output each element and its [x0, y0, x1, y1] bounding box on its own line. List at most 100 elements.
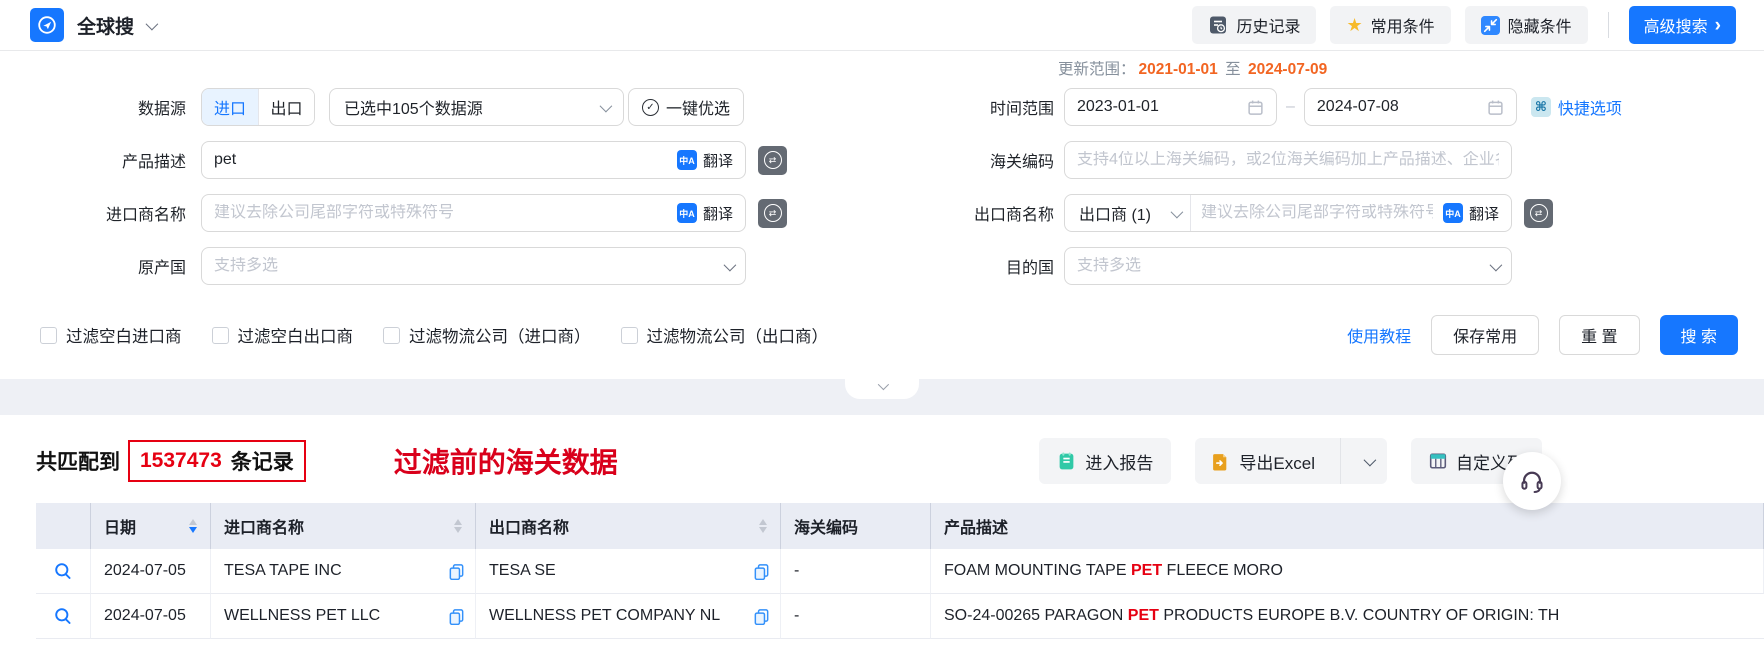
- topbar-actions: 历史记录 ★ 常用条件 隐藏条件 高级搜索 ›: [1192, 6, 1736, 44]
- sort-icons[interactable]: [189, 518, 197, 534]
- excel-icon: [1213, 453, 1227, 470]
- filter-label: 过滤空白出口商: [237, 328, 354, 346]
- end-date-field[interactable]: [1303, 88, 1517, 126]
- product-desc-input[interactable]: [214, 151, 677, 169]
- translate-icon: 中A: [1442, 203, 1463, 223]
- search-button[interactable]: 搜 索: [1659, 315, 1738, 355]
- translate-label: 翻译: [1468, 205, 1499, 223]
- collapse-icon: [1480, 15, 1500, 35]
- circle-check-icon: ✓: [642, 98, 659, 116]
- import-tab[interactable]: 进口: [202, 89, 258, 125]
- product-desc-field[interactable]: 中A 翻译: [201, 141, 746, 179]
- importer-input[interactable]: [214, 204, 677, 222]
- importer-field[interactable]: 中A 翻译: [201, 194, 746, 232]
- history-button[interactable]: 历史记录: [1192, 6, 1317, 44]
- copy-icon[interactable]: [753, 608, 770, 625]
- sort-icons[interactable]: [454, 518, 462, 534]
- history-icon: [1210, 16, 1227, 34]
- start-date-input[interactable]: [1077, 98, 1239, 116]
- exporter-type-value: 出口商 (1): [1079, 207, 1152, 224]
- one-key-optimize-button[interactable]: ✓ 一键优选: [628, 88, 745, 126]
- end-date-input[interactable]: [1316, 98, 1479, 116]
- row-detail-button[interactable]: [36, 594, 91, 639]
- origin-country-select[interactable]: [201, 247, 746, 285]
- swap-button[interactable]: ⇄: [1524, 198, 1553, 228]
- dest-country-select[interactable]: [1064, 247, 1512, 285]
- update-range-label: 更新范围：: [1058, 61, 1136, 78]
- cell-exporter[interactable]: TESA SE: [476, 549, 781, 594]
- checkbox[interactable]: [383, 326, 400, 344]
- header-importer[interactable]: 进口商名称: [211, 503, 476, 549]
- row-detail-button[interactable]: [36, 549, 91, 594]
- origin-country-input[interactable]: [214, 257, 724, 275]
- checkbox[interactable]: [40, 326, 57, 344]
- header-hs-code: 海关编码: [781, 503, 931, 549]
- update-range-to: 至: [1225, 61, 1241, 78]
- exporter-input[interactable]: [1191, 204, 1443, 222]
- advanced-search-button[interactable]: 高级搜索 ›: [1628, 6, 1736, 44]
- history-label: 历史记录: [1236, 19, 1301, 36]
- tutorial-link[interactable]: 使用教程: [1347, 323, 1411, 347]
- checkbox[interactable]: [620, 326, 638, 344]
- translate-button[interactable]: 中A 翻译: [676, 203, 733, 224]
- favorites-button[interactable]: ★ 常用条件: [1330, 6, 1451, 44]
- hide-conditions-label: 隐藏条件: [1507, 19, 1572, 36]
- hide-conditions-button[interactable]: 隐藏条件: [1464, 6, 1588, 44]
- copy-icon[interactable]: [448, 608, 465, 625]
- hs-code-input[interactable]: [1077, 151, 1499, 169]
- save-common-button[interactable]: 保存常用: [1431, 315, 1540, 355]
- chevron-down-icon[interactable]: [145, 17, 159, 30]
- hs-code-field[interactable]: [1064, 141, 1512, 179]
- translate-button[interactable]: 中A 翻译: [1442, 203, 1499, 224]
- swap-button[interactable]: ⇄: [758, 198, 787, 228]
- filter-logistics-exporter[interactable]: 过滤物流公司（出口商）: [620, 323, 828, 347]
- sort-icons[interactable]: [759, 518, 767, 534]
- quick-options-link[interactable]: ⌘ 快捷选项: [1530, 95, 1622, 119]
- cell-date: 2024-07-05: [91, 594, 211, 639]
- reset-button[interactable]: 重 置: [1559, 315, 1640, 355]
- filter-blank-exporter[interactable]: 过滤空白出口商: [211, 323, 354, 347]
- header-exporter[interactable]: 出口商名称: [476, 503, 781, 549]
- chevron-down-icon: [723, 258, 737, 271]
- calendar-icon: [1248, 100, 1263, 115]
- filter-blank-importer[interactable]: 过滤空白进口商: [40, 323, 182, 347]
- dest-country-input[interactable]: [1077, 257, 1490, 275]
- filter-logistics-importer[interactable]: 过滤物流公司（进口商）: [383, 323, 591, 347]
- favorites-label: 常用条件: [1370, 19, 1435, 36]
- filter-label: 过滤空白进口商: [66, 328, 182, 346]
- copy-icon[interactable]: [448, 563, 465, 580]
- results-actions: 进入报告 导出Excel 自定义列: [1039, 438, 1542, 484]
- match-suffix: 条记录: [230, 451, 294, 474]
- chevron-down-icon: [1170, 205, 1184, 218]
- cell-importer[interactable]: TESA TAPE INC: [211, 549, 476, 594]
- swap-button[interactable]: ⇄: [758, 145, 787, 175]
- swap-icon: ⇄: [763, 204, 782, 222]
- export-excel-split-button: 导出Excel: [1195, 438, 1387, 484]
- cell-exporter[interactable]: WELLNESS PET COMPANY NL: [476, 594, 781, 639]
- exporter-type-select[interactable]: 出口商 (1): [1065, 195, 1191, 231]
- chevron-down-icon: [1363, 453, 1377, 466]
- translate-label: 翻译: [702, 205, 733, 223]
- swap-icon: ⇄: [1529, 204, 1548, 222]
- data-source-select[interactable]: 已选中105个数据源: [329, 88, 624, 126]
- columns-icon: [1429, 453, 1447, 469]
- export-excel-button[interactable]: 导出Excel: [1195, 438, 1331, 484]
- divider: [1607, 12, 1609, 38]
- start-date-field[interactable]: [1064, 88, 1277, 126]
- update-range-start: 2021-01-01: [1138, 61, 1218, 78]
- customer-service-button[interactable]: [1503, 452, 1561, 510]
- export-options-caret[interactable]: [1350, 438, 1387, 484]
- export-tab[interactable]: 出口: [258, 89, 314, 125]
- magnifier-icon: [55, 608, 71, 624]
- checkbox[interactable]: [211, 326, 229, 344]
- translate-button[interactable]: 中A 翻译: [676, 150, 733, 171]
- cell-importer[interactable]: WELLNESS PET LLC: [211, 594, 476, 639]
- panel-separator: [0, 378, 1764, 415]
- quick-options-label: 快捷选项: [1557, 101, 1622, 118]
- match-count-highlight-box: 1537473 条记录: [128, 440, 306, 482]
- header-date[interactable]: 日期: [91, 503, 211, 549]
- copy-icon[interactable]: [753, 563, 770, 580]
- collapse-form-tab[interactable]: [845, 378, 919, 399]
- enter-report-button[interactable]: 进入报告: [1039, 438, 1172, 484]
- data-source-toggle: 进口 出口: [201, 88, 315, 126]
